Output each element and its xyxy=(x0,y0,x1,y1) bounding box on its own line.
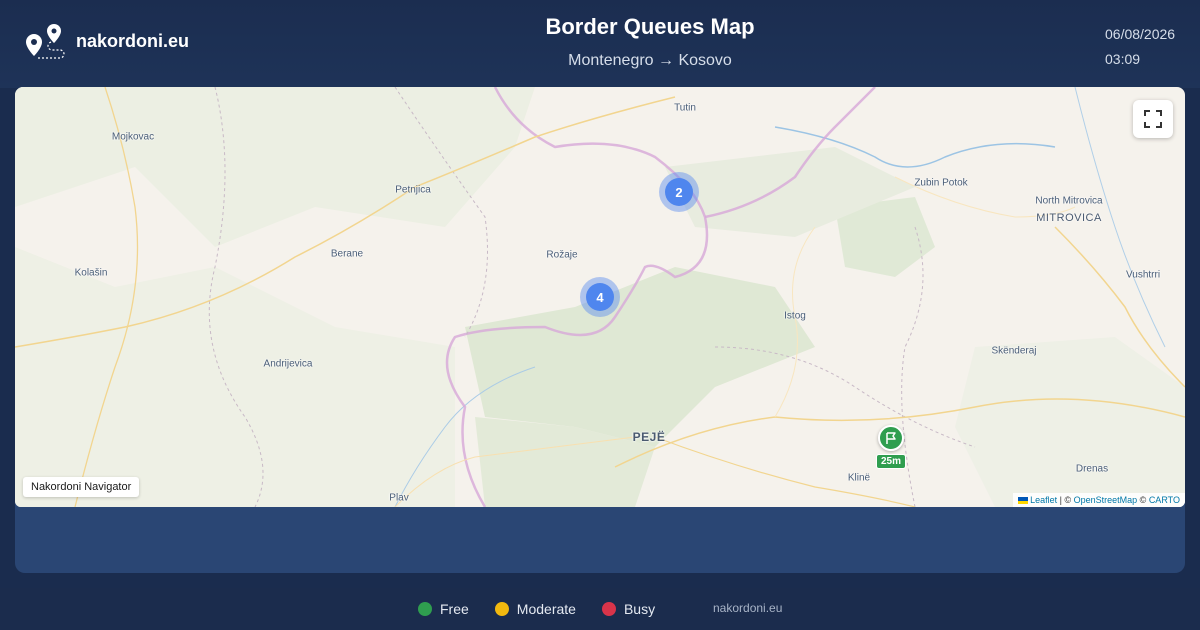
navigator-label: Nakordoni Navigator xyxy=(23,477,140,497)
date-label: 06/08/2026 xyxy=(1105,26,1176,42)
marker-cluster[interactable]: 2 xyxy=(659,172,699,212)
place-tutin: Tutin xyxy=(674,102,696,114)
footer: Free Moderate Busy nakordoni.eu xyxy=(0,588,1200,630)
attribution-separator: | © xyxy=(1057,495,1074,505)
place-kline: Klinë xyxy=(847,472,871,484)
leaflet-link[interactable]: Leaflet xyxy=(1030,495,1057,505)
map-pins-icon xyxy=(26,24,65,59)
place-petnjica: Petnjica xyxy=(395,184,431,196)
legend-item-busy: Busy xyxy=(601,601,656,617)
carto-link[interactable]: CARTO xyxy=(1149,495,1180,505)
brand-name: nakordoni.eu xyxy=(76,30,190,51)
crossing-marker[interactable]: 25m xyxy=(875,425,907,469)
place-peje: PEJË xyxy=(632,430,666,444)
place-plav: Plav xyxy=(389,492,409,504)
time-label: 03:09 xyxy=(1105,51,1141,67)
ukraine-flag-icon xyxy=(1018,497,1029,505)
cluster-count: 4 xyxy=(586,283,614,311)
place-istog: Istog xyxy=(784,310,806,322)
legend-item-free: Free xyxy=(418,601,469,617)
header: nakordoni.eu Border Queues Map Montenegr… xyxy=(0,0,1200,88)
map-view[interactable]: Tutin Mojkovac Petnjica Zubin Potok Nort… xyxy=(15,87,1185,507)
osm-link[interactable]: OpenStreetMap xyxy=(1074,495,1138,505)
title-block: Border Queues Map Montenegro → Kosovo xyxy=(400,14,900,70)
free-dot-icon xyxy=(418,602,432,616)
cluster-count: 2 xyxy=(665,178,693,206)
page-title: Border Queues Map xyxy=(545,14,755,39)
legend-label: Moderate xyxy=(516,601,576,617)
place-zubin-potok: Zubin Potok xyxy=(914,177,968,189)
place-skenderaj: Skënderaj xyxy=(991,345,1037,357)
place-drenas: Drenas xyxy=(1075,463,1109,475)
footer-site[interactable]: nakordoni.eu xyxy=(713,601,782,615)
place-mojkovac: Mojkovac xyxy=(111,131,155,143)
place-andrijevica: Andrijevica xyxy=(263,358,313,370)
place-mitrovica: MITROVICA xyxy=(1036,212,1102,224)
map-attribution: Leaflet | © OpenStreetMap © CARTO xyxy=(1013,493,1185,507)
busy-dot-icon xyxy=(601,602,616,616)
legend: Free Moderate Busy xyxy=(418,601,681,617)
moderate-dot-icon xyxy=(494,602,509,616)
legend-item-moderate: Moderate xyxy=(494,601,576,617)
flag-icon xyxy=(877,425,904,451)
place-kolasin: Kolašin xyxy=(74,267,108,279)
attribution-separator: © xyxy=(1137,495,1149,505)
place-north-mitrovica: North Mitrovica xyxy=(1035,195,1103,207)
legend-label: Free xyxy=(440,601,469,617)
place-rozaje: Rožaje xyxy=(546,249,578,261)
place-vushtrri: Vushtrri xyxy=(1125,269,1161,281)
logo[interactable]: nakordoni.eu xyxy=(22,22,189,64)
legend-label: Busy xyxy=(623,601,656,617)
datetime: 06/08/2026 03:09 xyxy=(1105,22,1175,72)
fullscreen-icon xyxy=(1144,110,1162,128)
marker-cluster[interactable]: 4 xyxy=(580,277,620,317)
route-subtitle: Montenegro → Kosovo xyxy=(568,52,732,69)
place-berane: Berane xyxy=(330,248,364,260)
wait-time-badge: 25m xyxy=(875,454,907,469)
fullscreen-button[interactable] xyxy=(1133,100,1173,138)
